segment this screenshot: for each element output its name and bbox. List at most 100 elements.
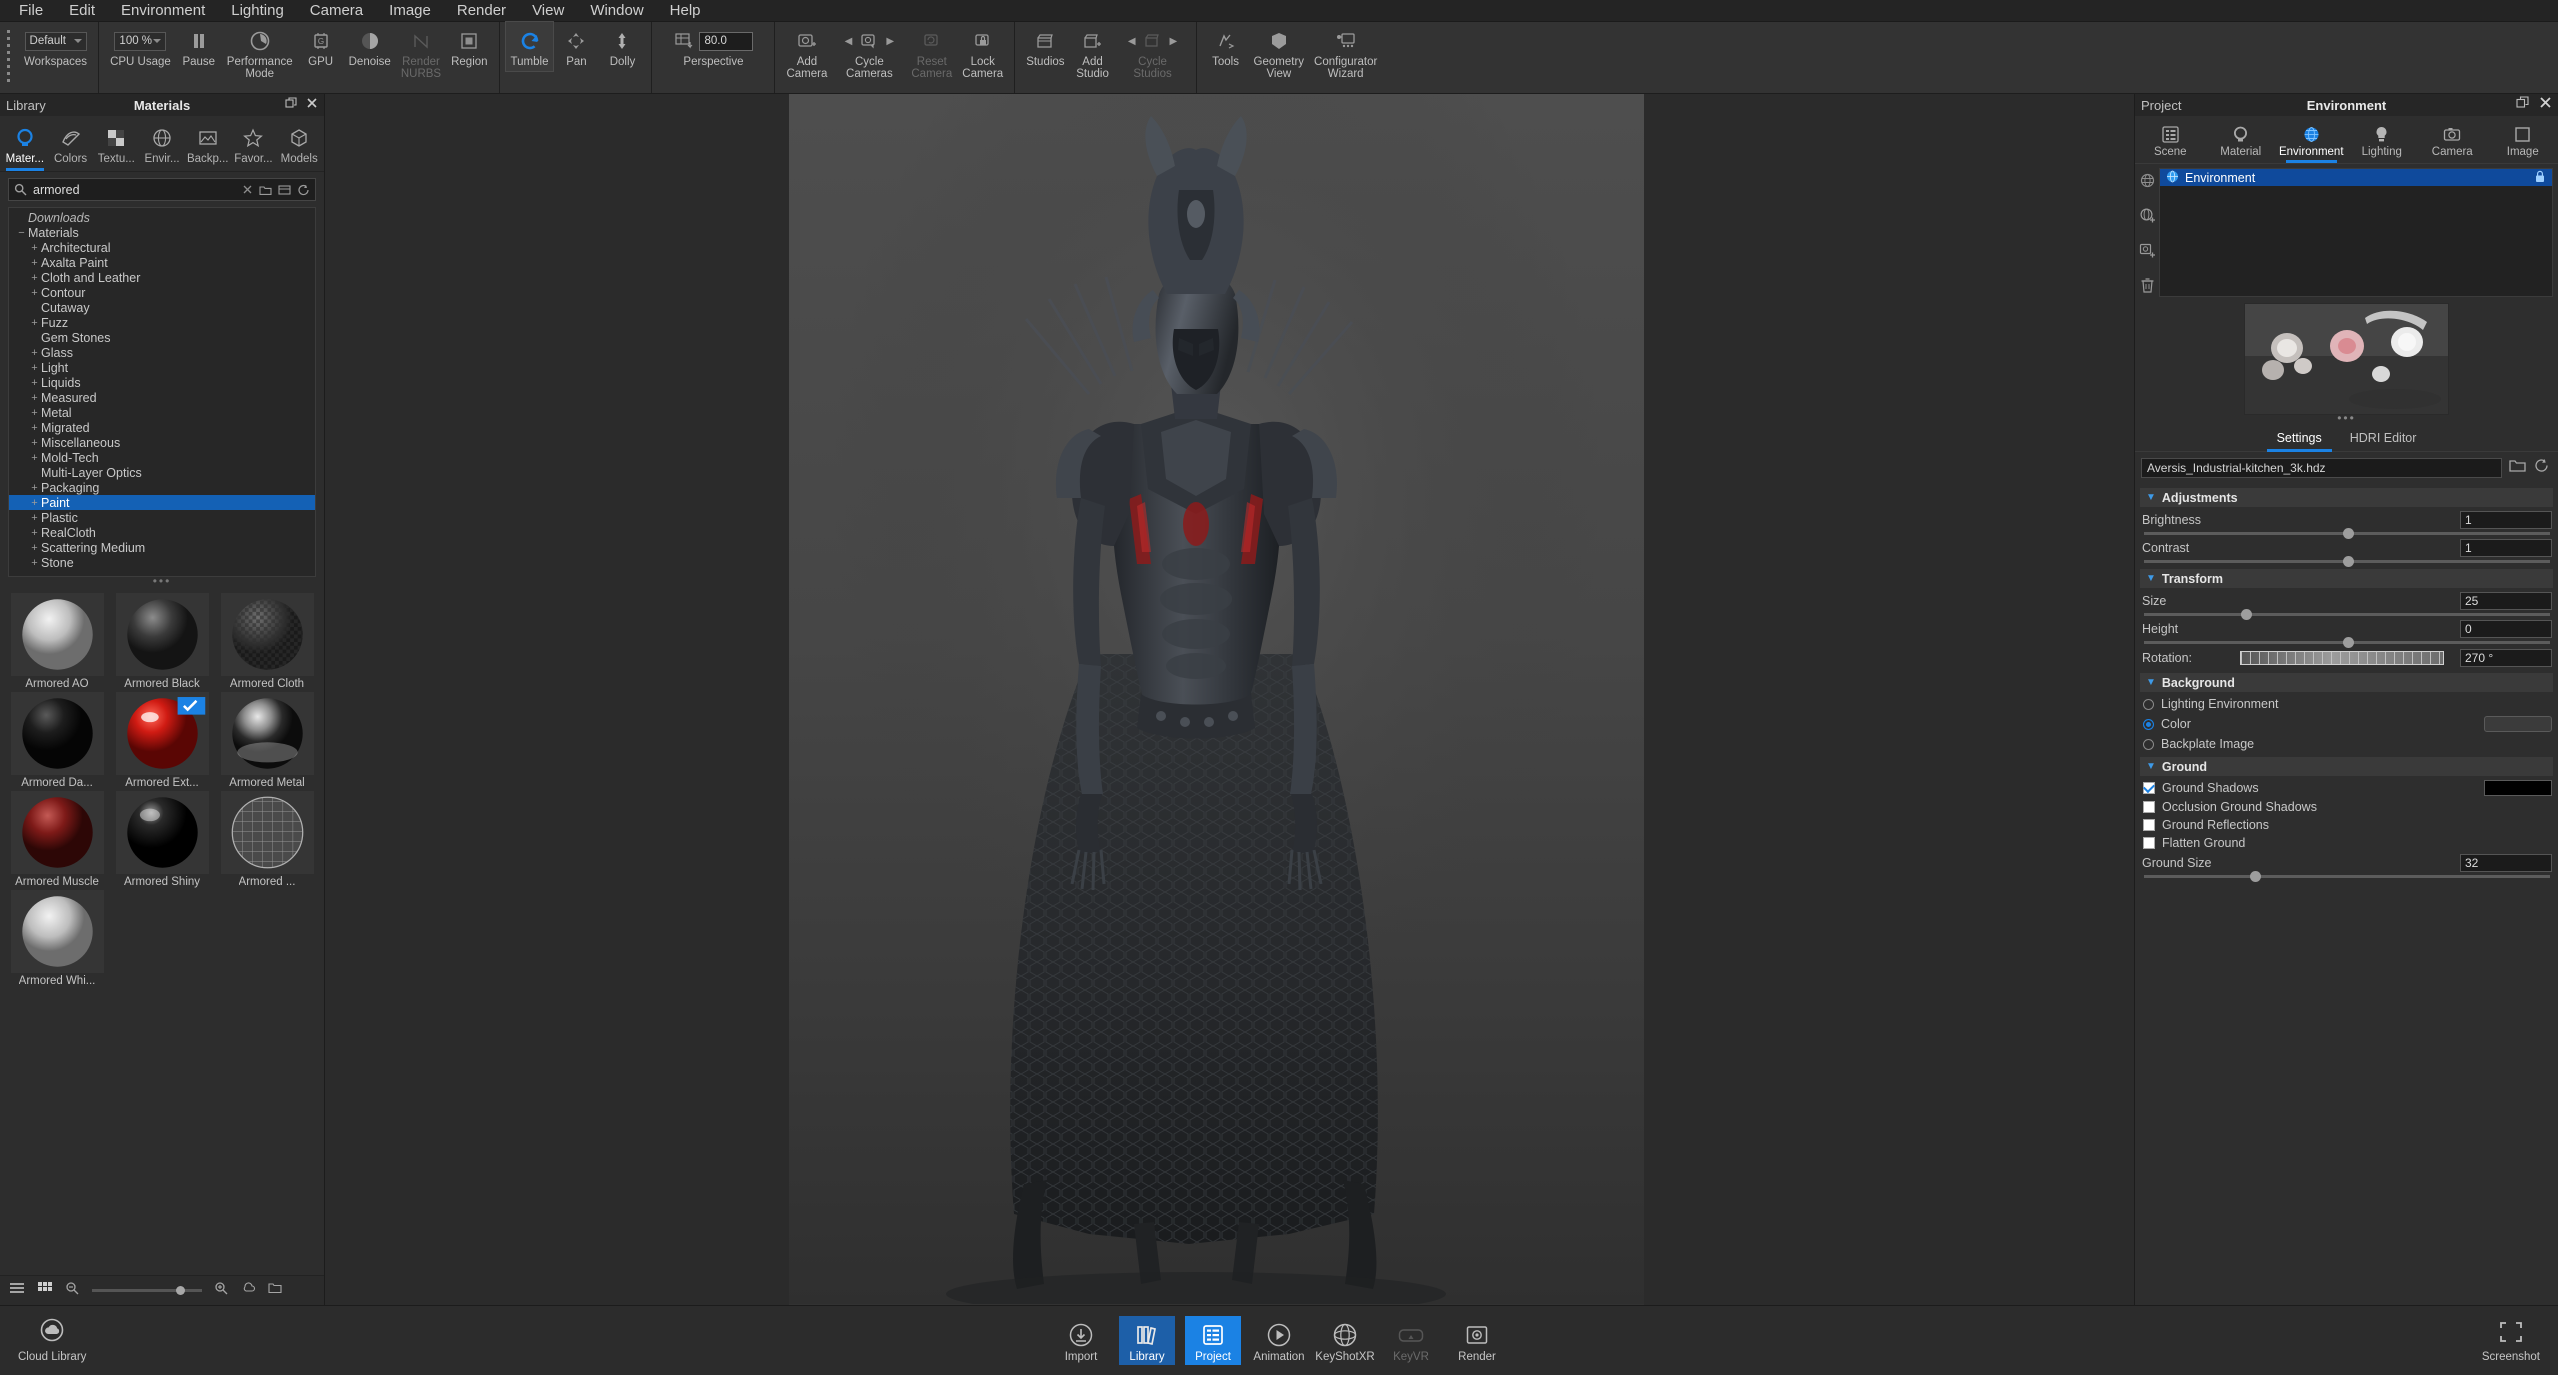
ground-size-value[interactable]: 32	[2460, 854, 2552, 872]
material-thumbnail[interactable]: Armored Shiny	[111, 791, 213, 888]
material-thumbnail[interactable]: Armored AO	[6, 593, 108, 690]
workspaces-selector[interactable]: Default Workspaces	[19, 22, 92, 71]
tab-settings[interactable]: Settings	[2263, 427, 2336, 452]
tree-item[interactable]: + Fuzz	[9, 315, 315, 330]
expand-icon[interactable]: +	[28, 257, 41, 269]
tab-hdri-editor[interactable]: HDRI Editor	[2336, 427, 2431, 451]
tab-scene[interactable]: Scene	[2135, 116, 2206, 163]
undock-icon[interactable]	[2516, 96, 2529, 114]
tab-lighting[interactable]: Lighting	[2347, 116, 2418, 163]
expand-icon[interactable]: +	[28, 242, 41, 254]
keyshotxr-button[interactable]: KeyShotXR	[1315, 1316, 1375, 1365]
tumble-button[interactable]: Tumble	[504, 21, 555, 72]
tab-image[interactable]: Image	[2488, 116, 2558, 163]
library-tab-materials[interactable]: Mater...	[2, 116, 48, 171]
expand-icon[interactable]: +	[28, 407, 41, 419]
collapse-icon[interactable]: −	[15, 227, 28, 239]
menu-image[interactable]: Image	[376, 1, 444, 21]
add-camera-button[interactable]: Add Camera	[781, 22, 832, 82]
tree-item[interactable]: Gem Stones	[9, 330, 315, 345]
section-header-background[interactable]: ▼ Background	[2140, 673, 2553, 692]
menu-edit[interactable]: Edit	[56, 1, 108, 21]
toolbar-drag-handle[interactable]	[4, 22, 13, 93]
tree-item[interactable]: + Contour	[9, 285, 315, 300]
material-thumbnail[interactable]: Armored Whi...	[6, 890, 108, 987]
library-button[interactable]: Library	[1119, 1316, 1175, 1365]
library-tab-models[interactable]: Models	[276, 116, 322, 171]
clear-search-icon[interactable]	[242, 184, 253, 195]
tree-item[interactable]: Cutaway	[9, 300, 315, 315]
menu-environment[interactable]: Environment	[108, 1, 218, 21]
menu-file[interactable]: File	[6, 1, 56, 21]
material-category-tree[interactable]: Downloads − Materials + Architectural + Axalta…	[8, 207, 316, 577]
close-icon[interactable]	[2539, 96, 2552, 114]
configurator-wizard-button[interactable]: Configurator Wizard	[1309, 22, 1382, 82]
render-nurbs-button[interactable]: Render NURBS	[396, 22, 446, 82]
dolly-button[interactable]: Dolly	[599, 22, 645, 71]
expand-icon[interactable]: +	[28, 542, 41, 554]
hdri-preview-image[interactable]	[2244, 303, 2449, 415]
zoom-out-icon[interactable]	[65, 1281, 80, 1300]
region-button[interactable]: Region	[446, 22, 492, 71]
contrast-value[interactable]: 1	[2460, 539, 2552, 557]
tab-environment[interactable]: Environment	[2276, 116, 2347, 163]
ground-shadow-color-swatch[interactable]	[2484, 780, 2552, 796]
environment-list-row[interactable]: Environment	[2160, 169, 2552, 186]
tree-item[interactable]: + Glass	[9, 345, 315, 360]
library-tab-environments[interactable]: Envir...	[139, 116, 185, 171]
brightness-value[interactable]: 1	[2460, 511, 2552, 529]
preview-resize-handle[interactable]: •••	[2135, 412, 2558, 425]
expand-icon[interactable]: +	[28, 347, 41, 359]
menu-help[interactable]: Help	[657, 1, 714, 21]
tab-camera[interactable]: Camera	[2417, 116, 2488, 163]
material-thumbnail[interactable]: Armored Metal	[216, 692, 318, 789]
expand-icon[interactable]: +	[28, 512, 41, 524]
brightness-slider[interactable]	[2144, 528, 2550, 539]
menu-window[interactable]: Window	[577, 1, 656, 21]
rotation-value[interactable]: 270 °	[2460, 649, 2552, 667]
expand-icon[interactable]: +	[28, 497, 41, 509]
tools-button[interactable]: Tools	[1203, 22, 1249, 71]
tree-item[interactable]: Downloads	[9, 210, 315, 225]
pan-button[interactable]: Pan	[553, 22, 599, 71]
gpu-button[interactable]: G GPU	[298, 22, 344, 71]
ground-reflections-row[interactable]: Ground Reflections	[2135, 814, 2558, 832]
contrast-slider[interactable]	[2144, 556, 2550, 567]
project-panel-left-label[interactable]: Project	[2141, 98, 2181, 113]
tree-item[interactable]: + Miscellaneous	[9, 435, 315, 450]
lock-camera-button[interactable]: Lock Camera	[957, 22, 1008, 82]
reset-camera-button[interactable]: Reset Camera	[906, 22, 957, 82]
tree-item[interactable]: + Plastic	[9, 510, 315, 525]
menu-render[interactable]: Render	[444, 1, 519, 21]
background-color-swatch[interactable]	[2484, 716, 2552, 732]
expand-icon[interactable]: +	[28, 392, 41, 404]
material-thumbnail[interactable]: Armored Black	[111, 593, 213, 690]
animation-button[interactable]: Animation	[1251, 1316, 1307, 1365]
tree-item[interactable]: Multi-Layer Optics	[9, 465, 315, 480]
expand-icon[interactable]: +	[28, 287, 41, 299]
studios-button[interactable]: Studios	[1021, 22, 1069, 71]
background-option-lighting-environment[interactable]: Lighting Environment	[2135, 692, 2558, 711]
tree-item[interactable]: + Architectural	[9, 240, 315, 255]
keyvr-button[interactable]: KeyVR	[1383, 1316, 1439, 1365]
library-tab-favorites[interactable]: Favor...	[231, 116, 277, 171]
add-studio-button[interactable]: Add Studio	[1070, 22, 1116, 82]
flatten-ground-row[interactable]: Flatten Ground	[2135, 832, 2558, 850]
render-viewport[interactable]	[325, 94, 2134, 1305]
section-header-ground[interactable]: ▼ Ground	[2140, 757, 2553, 776]
project-button[interactable]: Project	[1185, 1316, 1241, 1365]
performance-mode-button[interactable]: Performance Mode	[222, 22, 298, 82]
tree-item[interactable]: + Light	[9, 360, 315, 375]
folder-icon[interactable]	[259, 184, 272, 196]
material-thumbnail[interactable]: Armored Muscle	[6, 791, 108, 888]
thumbnail-size-slider[interactable]	[92, 1286, 202, 1295]
tree-item[interactable]: + Mold-Tech	[9, 450, 315, 465]
pause-button[interactable]: Pause	[176, 22, 222, 71]
library-search-input[interactable]	[33, 182, 236, 197]
library-tab-colors[interactable]: Colors	[48, 116, 94, 171]
library-tab-backplates[interactable]: Backp...	[185, 116, 231, 171]
hdri-file-field[interactable]: Aversis_Industrial-kitchen_3k.hdz	[2141, 458, 2502, 478]
list-view-icon[interactable]	[278, 184, 291, 196]
tree-item[interactable]: + Scattering Medium	[9, 540, 315, 555]
menu-view[interactable]: View	[519, 1, 577, 21]
